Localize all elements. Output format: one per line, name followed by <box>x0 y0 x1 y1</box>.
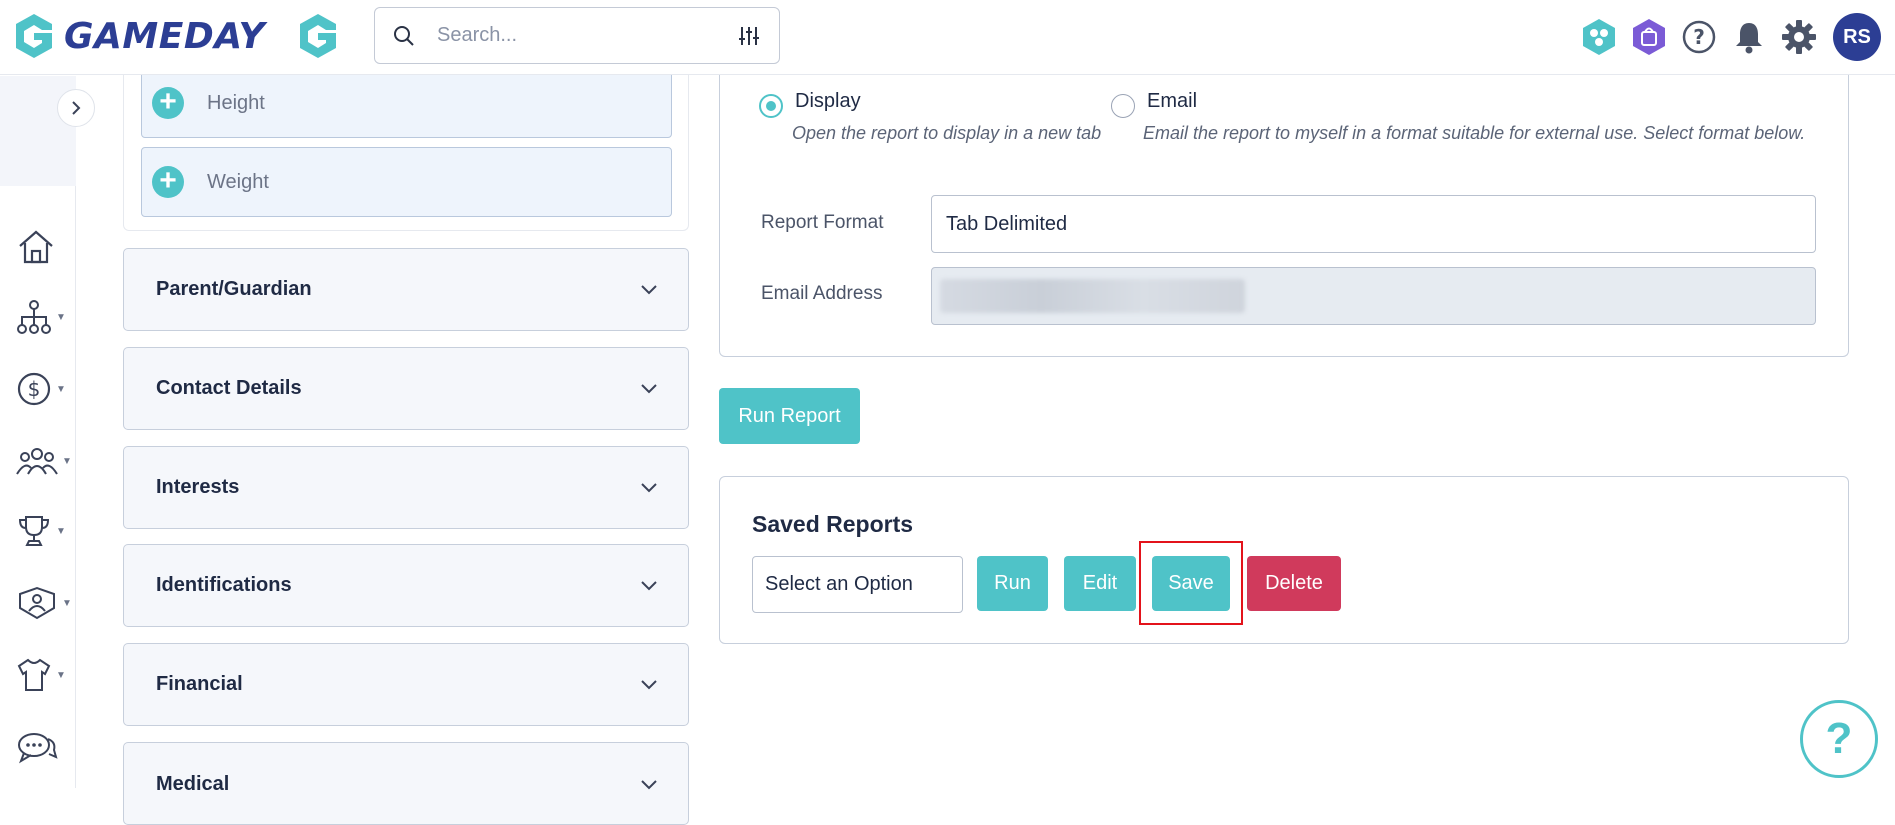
chevron-down-icon: ▼ <box>56 383 66 395</box>
filter-sliders-icon[interactable] <box>737 24 761 48</box>
sidebar-item-competitions[interactable]: ▼ <box>16 510 72 552</box>
saved-reports-title: Saved Reports <box>752 511 914 537</box>
display-radio[interactable] <box>759 94 783 118</box>
run-report-button[interactable]: Run Report <box>719 388 860 444</box>
chevron-down-icon: ▼ <box>62 597 72 609</box>
team-icon <box>19 586 55 620</box>
run-saved-report-button[interactable]: Run <box>977 556 1048 611</box>
email-description: Email the report to myself in a format s… <box>1143 123 1806 143</box>
sidebar-expand-button[interactable] <box>57 89 95 127</box>
svg-text:$: $ <box>28 377 41 401</box>
display-description: Open the report to display in a new tab <box>792 123 1102 143</box>
section-title: Interests <box>156 476 240 498</box>
gameday-g-icon[interactable] <box>296 12 340 65</box>
dollar-icon: $ <box>17 372 51 406</box>
help-chat-button[interactable]: ? <box>1800 700 1878 778</box>
section-title: Parent/Guardian <box>156 278 312 300</box>
section-medical[interactable]: Medical <box>123 742 689 825</box>
chevron-down-icon <box>641 679 657 689</box>
email-address-label: Email Address <box>761 283 883 304</box>
report-fields-column: + Height + Weight Parent/Guardian Contac… <box>123 0 689 825</box>
display-radio-label[interactable]: Display <box>795 90 861 113</box>
home-icon <box>19 230 53 264</box>
svg-text:?: ? <box>1693 25 1705 49</box>
report-format-label: Report Format <box>761 212 884 233</box>
add-icon[interactable]: + <box>152 87 184 119</box>
email-address-field <box>931 267 1816 325</box>
chevron-down-icon: ▼ <box>56 669 66 681</box>
search-box[interactable]: Search... <box>374 7 780 64</box>
chevron-down-icon <box>641 780 657 790</box>
chat-icon <box>18 733 58 764</box>
chevron-down-icon: ▼ <box>56 311 66 323</box>
section-contact-details[interactable]: Contact Details <box>123 347 689 430</box>
gameday-logo-icon <box>16 14 52 58</box>
section-identifications[interactable]: Identifications <box>123 544 689 627</box>
section-title: Medical <box>156 773 230 795</box>
sidebar-item-uniforms[interactable]: ▼ <box>16 654 72 696</box>
chevron-down-icon <box>641 580 657 590</box>
redacted-email <box>940 279 1245 313</box>
brand-name: GAMEDAY <box>64 15 266 57</box>
search-input[interactable]: Search... <box>437 24 737 47</box>
section-interests[interactable]: Interests <box>123 446 689 529</box>
help-icon[interactable]: ? <box>1679 17 1719 57</box>
jersey-icon <box>17 658 51 691</box>
section-title: Financial <box>156 673 243 695</box>
edit-saved-report-button[interactable]: Edit <box>1064 556 1136 611</box>
highlight-box <box>1139 541 1243 625</box>
top-bar: GAMEDAY Search... ? RS <box>0 0 1895 75</box>
sidebar-rail: ▼ $ ▼ ▼ ▼ ▼ ▼ <box>0 76 76 788</box>
settings-gear-icon[interactable] <box>1779 17 1819 57</box>
attribute-label: Weight <box>207 170 269 193</box>
attribute-label: Height <box>207 91 265 114</box>
notification-bell-icon[interactable] <box>1729 17 1769 57</box>
saved-reports-panel: Saved Reports Select an Option Run Edit … <box>719 476 1849 644</box>
saved-report-select[interactable]: Select an Option <box>752 556 963 613</box>
output-options-panel: Display Open the report to display in a … <box>719 40 1849 357</box>
shop-bag-icon[interactable] <box>1629 17 1669 57</box>
chevron-right-icon <box>72 101 81 115</box>
section-parent-guardian[interactable]: Parent/Guardian <box>123 248 689 331</box>
section-title: Contact Details <box>156 377 302 399</box>
search-icon <box>394 25 414 46</box>
attribute-item-height[interactable]: + Height <box>141 68 672 138</box>
top-icon-bar: ? RS <box>1579 12 1895 62</box>
chevron-down-icon <box>641 383 657 393</box>
sidebar-item-home[interactable] <box>16 226 72 268</box>
community-icon[interactable] <box>1579 17 1619 57</box>
sidebar-item-finance[interactable]: $ ▼ <box>16 368 72 410</box>
email-radio[interactable] <box>1111 94 1135 118</box>
add-icon[interactable]: + <box>152 166 184 198</box>
section-financial[interactable]: Financial <box>123 643 689 726</box>
sidebar-item-organisation[interactable]: ▼ <box>16 296 72 338</box>
section-title: Identifications <box>156 574 292 596</box>
chevron-down-icon <box>641 482 657 492</box>
user-avatar[interactable]: RS <box>1833 13 1881 61</box>
sidebar-item-teams[interactable]: ▼ <box>16 582 72 624</box>
email-radio-label[interactable]: Email <box>1147 90 1197 113</box>
delete-saved-report-button[interactable]: Delete <box>1247 556 1341 611</box>
sidebar-item-communications[interactable] <box>16 726 72 768</box>
report-format-select[interactable]: Tab Delimited <box>931 195 1816 253</box>
sidebar-item-members[interactable]: ▼ <box>16 440 72 482</box>
attribute-item-weight[interactable]: + Weight <box>141 147 672 217</box>
trophy-icon <box>18 516 50 546</box>
chevron-down-icon: ▼ <box>56 525 66 537</box>
chevron-down-icon <box>641 284 657 294</box>
people-icon <box>16 448 58 475</box>
hierarchy-icon <box>17 300 51 334</box>
gameday-logo[interactable]: GAMEDAY <box>12 12 265 60</box>
chevron-down-icon: ▼ <box>62 455 72 467</box>
